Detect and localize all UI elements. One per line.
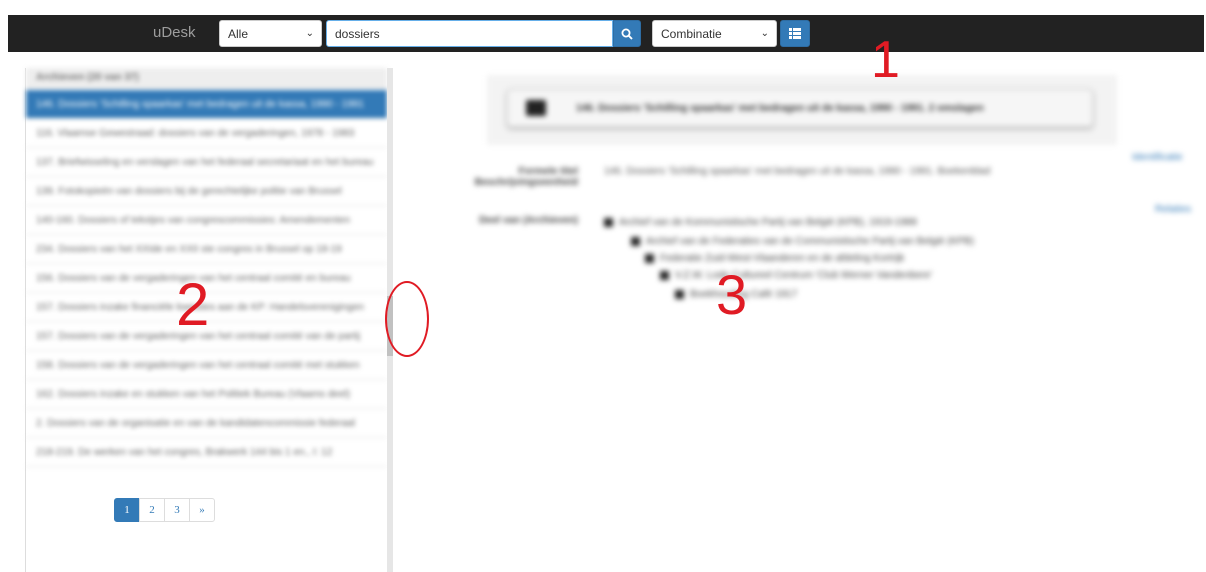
tree-node-label: Federatie Zuid-West-Vlaanderen en de afd… [660,253,905,264]
tree-node-label: Archief van de Kommunistische Partij van… [619,217,917,228]
formal-title-label: Formele titel Beschrijvingseenheid [474,166,578,188]
chevron-down-icon: ⌄ [760,28,769,39]
side-link-relations[interactable]: Relaties [1155,204,1191,215]
tree-node-label: V.Z.W. Lode Cultureel Centrum 'Club Wern… [675,270,933,281]
result-item[interactable]: 234. Dossiers van het XXIde en XXII ste … [26,235,387,264]
result-item[interactable]: 137. Briefwisseling en verslagen van het… [26,148,387,177]
search-button[interactable] [613,20,641,47]
tree-node[interactable]: Archief van de Kommunistische Partij van… [604,217,917,228]
folder-icon [675,289,684,299]
result-item[interactable]: 158. Dossiers van de vergaderingen van h… [26,351,387,380]
result-item[interactable]: 162. Dossiers inzake en stukken van het … [26,380,387,409]
next-page-button[interactable]: » [189,498,215,522]
annotation-marker-2: 2 [176,271,210,338]
search-input[interactable]: dossiers [326,20,613,47]
page-button[interactable]: 3 [164,498,190,522]
mode-select[interactable]: Combinatie ⌄ [652,20,777,47]
chevron-down-icon: ⌄ [305,28,314,39]
list-view-button[interactable] [780,20,810,47]
result-item[interactable]: 2. Dossiers van de organisatie en van de… [26,409,387,438]
folder-icon [660,270,669,280]
search-icon [621,28,633,40]
folder-icon [645,253,654,263]
annotation-marker-1: 1 [871,31,900,89]
page-button[interactable]: 1 [114,498,140,522]
result-item[interactable]: 139. Fotokopieën van dossiers bij de ger… [26,177,387,206]
detail-title-box: 146. Dossiers 'Schilling spaarkas' met b… [507,89,1093,127]
annotation-marker-3: 3 [716,263,748,326]
result-item[interactable]: 140-160. Dossiers of tekstjes van congre… [26,206,387,235]
result-item[interactable]: 116. Vlaamse Gewestraad: dossiers van de… [26,119,387,148]
tree-node[interactable]: Federatie Zuid-West-Vlaanderen en de afd… [645,253,904,264]
tree-node[interactable]: V.Z.W. Lode Cultureel Centrum 'Club Wern… [660,270,932,281]
annotation-circle [385,281,429,357]
tree-node-label: Archief van de Federaties van de Communi… [646,236,974,247]
part-of-label: Deel van (Archieven) [479,215,578,226]
page-button[interactable]: 2 [139,498,165,522]
result-item[interactable]: 218-219. De werken van het congres, Brak… [26,438,387,467]
detail-title: 146. Dossiers 'Schilling spaarkas' met b… [576,102,984,114]
result-item[interactable]: 146. Dossiers 'Schilling spaarkas' met b… [26,90,387,119]
brand-logo[interactable]: uDesk [153,24,196,41]
side-link-identification[interactable]: Identificatie [1132,152,1183,163]
scope-select[interactable]: Alle ⌄ [219,20,322,47]
list-icon [789,28,801,39]
folder-icon [631,236,640,246]
folder-icon [604,217,613,227]
mode-select-value: Combinatie [661,27,722,41]
scope-select-value: Alle [228,27,249,41]
navbar: uDesk Alle ⌄ dossiers Combinatie ⌄ [8,15,1204,52]
results-heading: Archieven (20 van 37) [26,68,387,90]
tree-node[interactable]: Archief van de Federaties van de Communi… [631,236,974,247]
formal-title-value: 146. Dossiers 'Schilling spaarkas' met b… [604,166,991,177]
pagination: 1 2 3 » [114,498,215,522]
folder-icon [526,100,546,116]
